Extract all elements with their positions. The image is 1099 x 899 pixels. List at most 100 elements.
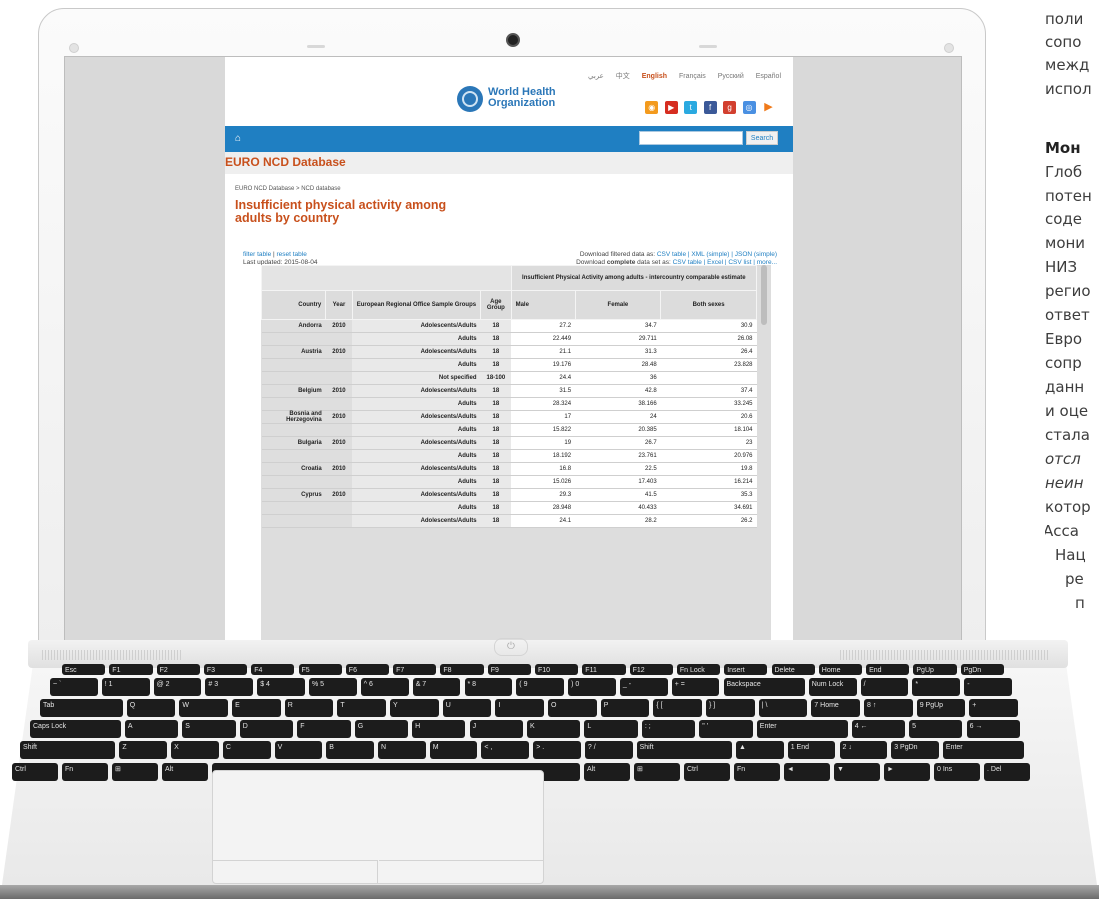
key-1[interactable]: ! 1 <box>101 678 150 696</box>
key-del[interactable]: . Del <box>984 763 1030 781</box>
key-r[interactable]: R <box>284 699 334 717</box>
key-symbol[interactable]: / <box>860 678 909 696</box>
download-filtered-links[interactable]: CSV table | XML (simple) | JSON (simple) <box>657 251 777 258</box>
key-2[interactable]: @ 2 <box>153 678 202 696</box>
twitter-icon[interactable]: t <box>684 101 698 114</box>
key-f1[interactable]: F1 <box>109 664 153 675</box>
facebook-icon[interactable]: f <box>703 101 717 114</box>
key-4[interactable]: $ 4 <box>257 678 305 696</box>
key-alt[interactable]: Alt <box>162 763 208 781</box>
col-year[interactable]: Year <box>325 290 353 320</box>
key-enter[interactable]: Enter <box>756 720 848 738</box>
touchpad-left-button[interactable] <box>213 860 378 883</box>
key-symbol[interactable]: ► <box>884 763 930 781</box>
key-esc[interactable]: Esc <box>62 664 106 675</box>
key-x[interactable]: X <box>171 741 219 759</box>
youtube-icon[interactable]: ▶ <box>664 101 678 114</box>
key-fn-lock[interactable]: Fn Lock <box>676 664 721 675</box>
key-n[interactable]: N <box>378 741 426 759</box>
home-icon[interactable]: ⌂ <box>235 133 241 144</box>
key-3[interactable]: # 3 <box>205 678 254 696</box>
col-groups[interactable]: European Regional Office Sample Groups <box>351 290 482 320</box>
key-symbol[interactable]: + <box>969 699 1018 717</box>
key-0[interactable]: ) 0 <box>568 678 616 696</box>
key-insert[interactable]: Insert <box>724 664 768 675</box>
key-symbol[interactable]: } ] <box>706 699 755 717</box>
key-symbol[interactable]: ~ ` <box>50 678 98 696</box>
key-home[interactable]: Home <box>818 664 863 675</box>
key-enter[interactable]: Enter <box>942 741 1024 759</box>
key-f10[interactable]: F10 <box>535 664 579 675</box>
key-symbol[interactable]: ? / <box>584 741 633 759</box>
key-f11[interactable]: F11 <box>582 664 626 675</box>
key-8[interactable]: * 8 <box>464 678 513 696</box>
key-6[interactable]: 6 → <box>966 720 1020 738</box>
key-symbol[interactable]: { [ <box>653 699 703 717</box>
key-5[interactable]: % 5 <box>309 678 357 696</box>
key-3-pgdn[interactable]: 3 PgDn <box>891 741 939 759</box>
key-f4[interactable]: F4 <box>251 664 295 675</box>
key-f7[interactable]: F7 <box>393 664 437 675</box>
key-k[interactable]: K <box>527 720 581 738</box>
key-s[interactable]: S <box>182 720 236 738</box>
key-i[interactable]: I <box>495 699 545 717</box>
key-q[interactable]: Q <box>126 699 176 717</box>
key-symbol[interactable]: ◄ <box>784 763 830 781</box>
key-f2[interactable]: F2 <box>156 664 200 675</box>
lang-zh[interactable]: 中文 <box>616 73 630 80</box>
key-6[interactable]: ^ 6 <box>360 678 409 696</box>
filter-table-link[interactable]: filter table <box>243 251 271 258</box>
key-symbol[interactable]: ⊞ <box>634 763 680 781</box>
key-symbol[interactable]: ▼ <box>834 763 880 781</box>
key-e[interactable]: E <box>232 699 281 717</box>
power-button[interactable]: ⏻ <box>494 638 528 656</box>
col-female[interactable]: Female <box>574 290 662 320</box>
key-shift[interactable]: Shift <box>636 741 732 759</box>
key-symbol[interactable]: * <box>912 678 961 696</box>
breadcrumb-link[interactable]: EURO NCD Database <box>235 186 294 192</box>
key-u[interactable]: U <box>442 699 492 717</box>
lang-ru[interactable]: Русский <box>718 73 744 80</box>
key-num-lock[interactable]: Num Lock <box>808 678 857 696</box>
section-title[interactable]: EURO NCD Database <box>225 155 346 169</box>
data-table-container[interactable]: Insufficient Physical Activity among adu… <box>261 265 771 644</box>
key-f12[interactable]: F12 <box>629 664 673 675</box>
key-f9[interactable]: F9 <box>487 664 531 675</box>
key-o[interactable]: O <box>548 699 597 717</box>
key-7[interactable]: & 7 <box>412 678 461 696</box>
key-symbol[interactable]: - <box>964 678 1012 696</box>
key-ctrl[interactable]: Ctrl <box>12 763 58 781</box>
key-f[interactable]: F <box>297 720 351 738</box>
touchpad[interactable] <box>212 770 544 884</box>
key-a[interactable]: A <box>124 720 179 738</box>
key-ctrl[interactable]: Ctrl <box>684 763 730 781</box>
table-scrollbar[interactable] <box>761 265 767 325</box>
lang-ar[interactable]: عربي <box>588 73 604 80</box>
googleplus-icon[interactable]: g <box>723 101 737 114</box>
touchpad-right-button[interactable] <box>379 860 543 883</box>
key-b[interactable]: B <box>326 741 374 759</box>
key-symbol[interactable]: > . <box>533 741 581 759</box>
key-f8[interactable]: F8 <box>440 664 484 675</box>
key-m[interactable]: M <box>429 741 478 759</box>
key-9-pgup[interactable]: 9 PgUp <box>916 699 966 717</box>
key-g[interactable]: G <box>354 720 409 738</box>
key-symbol[interactable]: " ' <box>699 720 753 738</box>
key-symbol[interactable]: + = <box>671 678 720 696</box>
key-c[interactable]: C <box>222 741 271 759</box>
key-shift[interactable]: Shift <box>20 741 116 759</box>
key-symbol[interactable]: ⊞ <box>112 763 158 781</box>
key-backspace[interactable]: Backspace <box>723 678 805 696</box>
lang-es[interactable]: Español <box>756 73 781 80</box>
key-z[interactable]: Z <box>119 741 168 759</box>
key-p[interactable]: P <box>600 699 650 717</box>
key-w[interactable]: W <box>179 699 229 717</box>
key-delete[interactable]: Delete <box>771 664 815 675</box>
key-0-ins[interactable]: 0 Ins <box>934 763 980 781</box>
who-logo[interactable]: World Health Organization <box>457 84 572 114</box>
key-7-home[interactable]: 7 Home <box>811 699 860 717</box>
key-symbol[interactable]: | \ <box>758 699 808 717</box>
key-f5[interactable]: F5 <box>298 664 342 675</box>
play-icon[interactable]: ▶ <box>762 101 775 114</box>
key-1-end[interactable]: 1 End <box>787 741 836 759</box>
